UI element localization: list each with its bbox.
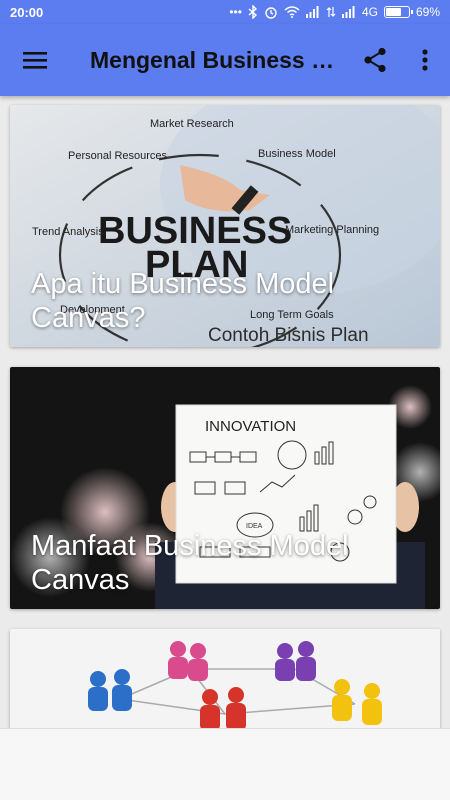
board-label: IDEA <box>246 523 263 530</box>
article-list[interactable]: BUSINESS PLAN Market Research Business M… <box>0 96 450 728</box>
data-transfer-icon <box>326 7 336 17</box>
share-button[interactable] <box>350 24 400 96</box>
article-card[interactable] <box>10 629 440 728</box>
bottom-banner-area <box>0 728 450 800</box>
board-heading: INNOVATION <box>205 418 296 435</box>
battery-percent: 69% <box>415 5 440 19</box>
wifi-icon <box>284 6 300 18</box>
app-bar: Mengenal Business Model Canvas <box>0 24 450 96</box>
status-bar: 20:00 ••• 4G 69% <box>0 0 450 24</box>
bluetooth-icon <box>248 5 257 19</box>
node-marketing-planning: Marketing Planning <box>285 224 379 236</box>
more-notifications-icon: ••• <box>229 5 242 19</box>
battery-icon <box>383 6 413 18</box>
signal-icon <box>305 6 319 18</box>
article-title: Apa itu Business Model Canvas? <box>31 268 335 334</box>
page-title: Mengenal Business Model Canvas <box>90 46 350 73</box>
article-title: Manfaat Business Model Canvas <box>31 530 349 596</box>
team-network-image <box>10 629 440 728</box>
hamburger-menu-icon <box>23 52 47 69</box>
menu-button[interactable] <box>0 24 70 96</box>
node-market-research: Market Research <box>150 118 234 130</box>
status-time: 20:00 <box>10 4 44 20</box>
node-trend-analysis: Trend Analysis <box>32 226 104 238</box>
node-business-model: Business Model <box>258 148 336 160</box>
node-personal-resources: Personal Resources <box>68 150 168 162</box>
status-icons: ••• 4G 69% <box>229 5 440 19</box>
article-card[interactable]: BUSINESS PLAN Market Research Business M… <box>10 105 440 347</box>
share-icon <box>364 47 386 73</box>
network-type: 4G <box>361 5 378 19</box>
article-card[interactable]: INNOVATION IDEA Manfaat Business Model C… <box>10 367 440 609</box>
alarm-icon <box>265 7 277 19</box>
more-vert-icon <box>422 49 428 71</box>
more-options-button[interactable] <box>400 24 450 96</box>
signal-icon-2 <box>341 6 355 18</box>
